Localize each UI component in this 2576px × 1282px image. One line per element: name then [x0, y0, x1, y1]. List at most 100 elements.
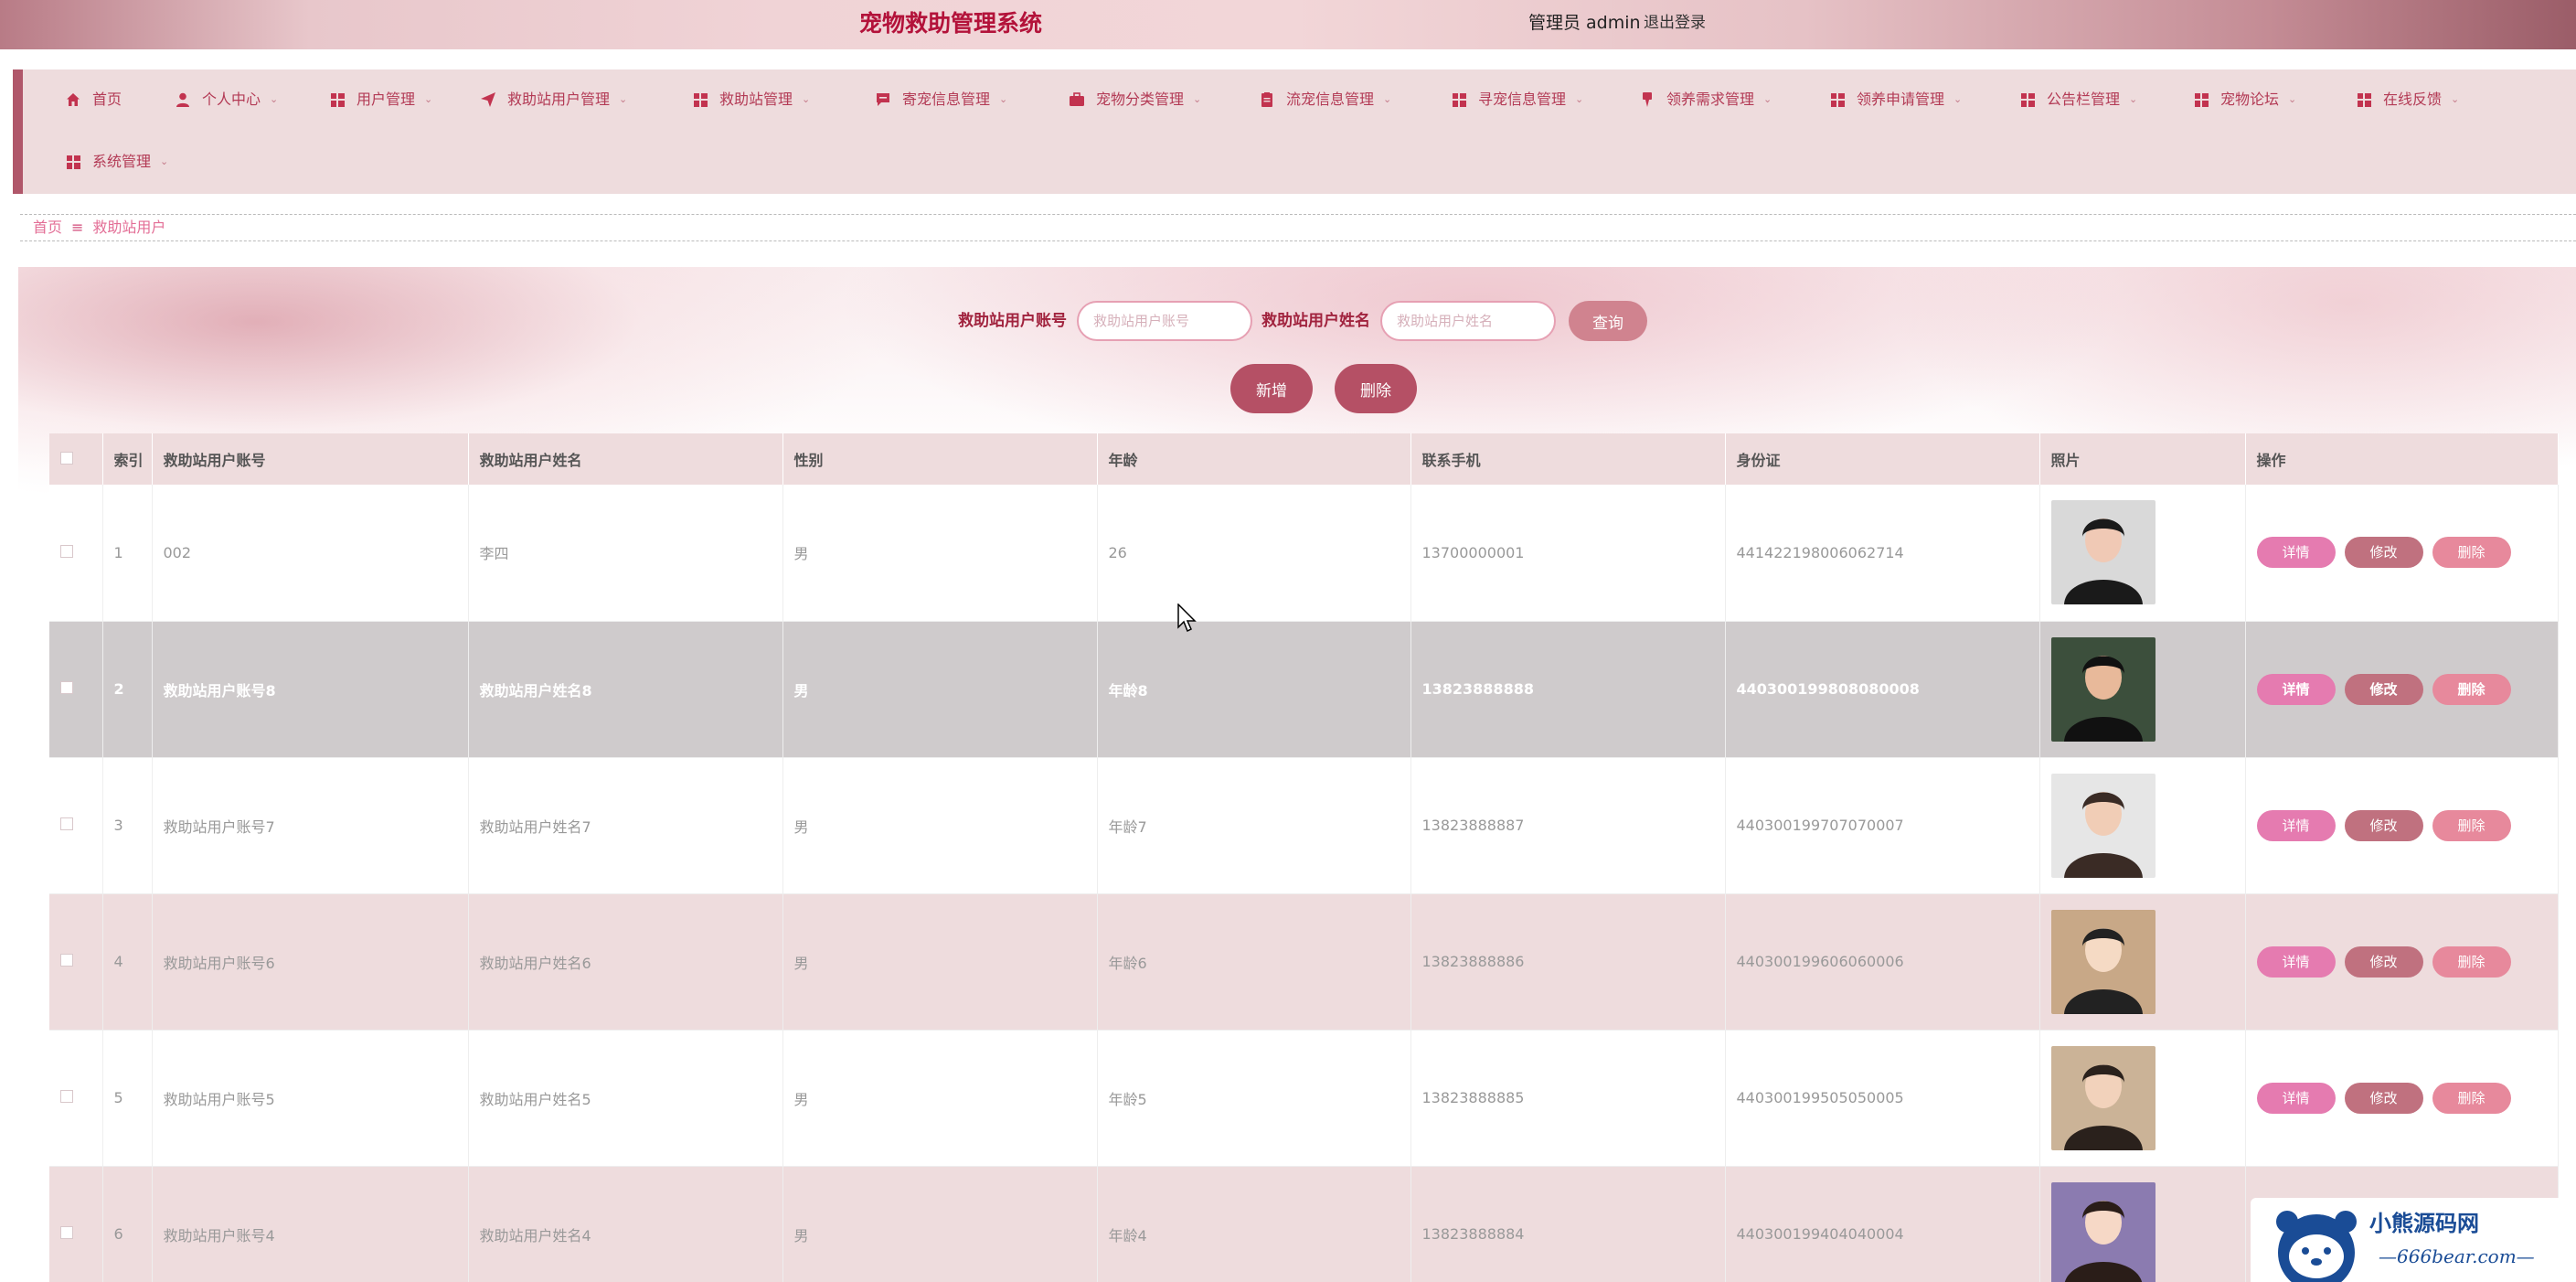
- col-photo: 照片: [2039, 433, 2246, 485]
- delete-button[interactable]: 删除: [2432, 1082, 2511, 1114]
- table-row[interactable]: 6 救助站用户账号4 救助站用户姓名4 男年龄4 13823888884 44030019…: [49, 1166, 2559, 1282]
- user-photo[interactable]: [2050, 1181, 2156, 1282]
- breadcrumb-home[interactable]: 首页: [33, 219, 62, 236]
- delete-button[interactable]: 删除: [2432, 809, 2511, 841]
- row-checkbox[interactable]: [60, 817, 73, 830]
- cell-actions: 详情修改删除: [2245, 485, 2559, 622]
- nav-item-0[interactable]: 首页: [65, 82, 122, 117]
- chevron-down-icon: ⌄: [1763, 93, 1772, 105]
- batch-delete-button[interactable]: 删除: [1335, 364, 1417, 413]
- account-input[interactable]: [1077, 301, 1252, 341]
- cell-photo: [2039, 1030, 2246, 1167]
- grid-icon: [1829, 91, 1846, 108]
- row-select-cell[interactable]: [49, 485, 103, 622]
- detail-button[interactable]: 详情: [2256, 537, 2336, 569]
- row-checkbox[interactable]: [60, 544, 73, 558]
- cell-account: 救助站用户账号5: [152, 1030, 469, 1167]
- nav-item-6[interactable]: 宠物分类管理 ⌄: [1069, 82, 1201, 117]
- row-checkbox[interactable]: [60, 1090, 73, 1103]
- nav-item-7[interactable]: 流宠信息管理 ⌄: [1259, 82, 1391, 117]
- table-row[interactable]: 2 救助站用户账号8 救助站用户姓名8 男年龄8 13823888888 44030019…: [49, 621, 2559, 758]
- nav-item-4[interactable]: 救助站管理 ⌄: [692, 82, 810, 117]
- nav-item-14[interactable]: 系统管理 ⌄: [65, 144, 168, 179]
- cell-age: 26: [1097, 485, 1411, 622]
- cell-index: 1: [102, 485, 153, 622]
- row-select-cell[interactable]: [49, 893, 103, 1031]
- detail-button[interactable]: 详情: [2256, 673, 2336, 705]
- grid-icon: [2193, 91, 2209, 108]
- row-checkbox[interactable]: [60, 954, 73, 967]
- edit-button[interactable]: 修改: [2344, 673, 2423, 705]
- nav-item-12[interactable]: 宠物论坛 ⌄: [2193, 82, 2296, 117]
- cell-idcard: 440300199808080008: [1725, 621, 2040, 758]
- edit-button[interactable]: 修改: [2344, 809, 2423, 841]
- nav-item-label: 用户管理: [357, 91, 416, 108]
- cell-phone: 13823888887: [1410, 757, 1726, 894]
- cell-idcard: 441422198006062714: [1725, 485, 2040, 622]
- user-photo[interactable]: [2050, 1045, 2156, 1150]
- table-row[interactable]: 1 002 李四男 26 13700000001 441422198006062714 详情…: [49, 485, 2559, 622]
- edit-button[interactable]: 修改: [2344, 945, 2423, 978]
- nav-item-label: 宠物分类管理: [1096, 91, 1185, 108]
- nav-item-9[interactable]: 领养需求管理 ⌄: [1639, 82, 1772, 117]
- name-input[interactable]: [1380, 301, 1556, 341]
- detail-button[interactable]: 详情: [2256, 809, 2336, 841]
- cell-account: 救助站用户账号8: [152, 621, 469, 758]
- detail-button[interactable]: 详情: [2256, 1082, 2336, 1114]
- edit-button[interactable]: 修改: [2344, 1082, 2423, 1114]
- cell-gender: 男: [782, 757, 1098, 894]
- cell-index: 4: [102, 893, 153, 1031]
- cell-age: 年龄5: [1097, 1030, 1411, 1167]
- table-row[interactable]: 4 救助站用户账号6 救助站用户姓名6 男年龄6 13823888886 44030019…: [49, 893, 2559, 1031]
- table-row[interactable]: 3 救助站用户账号7 救助站用户姓名7 男年龄7 13823888887 44030019…: [49, 757, 2559, 894]
- row-select-cell[interactable]: [49, 757, 103, 894]
- watermark: 小熊源码网 —666bear.com—: [2251, 1198, 2576, 1282]
- cell-idcard: 440300199505050005: [1725, 1030, 2040, 1167]
- select-all-header[interactable]: [49, 433, 103, 485]
- query-button[interactable]: 查询: [1569, 301, 1647, 341]
- select-all-checkbox[interactable]: [60, 451, 73, 465]
- edit-button[interactable]: 修改: [2344, 537, 2423, 569]
- chevron-down-icon: ⌄: [160, 155, 169, 167]
- add-button[interactable]: 新增: [1230, 364, 1313, 413]
- cell-name: 救助站用户姓名8: [468, 621, 783, 758]
- nav-item-2[interactable]: 用户管理 ⌄: [329, 82, 432, 117]
- nav-item-label: 寻宠信息管理: [1478, 91, 1567, 108]
- cell-idcard: 440300199404040004: [1725, 1166, 2040, 1282]
- detail-button[interactable]: 详情: [2256, 945, 2336, 978]
- user-photo[interactable]: [2050, 636, 2156, 742]
- cell-phone: 13823888888: [1410, 621, 1726, 758]
- row-select-cell[interactable]: [49, 621, 103, 758]
- user-photo[interactable]: [2050, 500, 2156, 605]
- chevron-down-icon: ⌄: [1575, 93, 1584, 105]
- table-row[interactable]: 5 救助站用户账号5 救助站用户姓名5 男年龄5 13823888885 44030019…: [49, 1030, 2559, 1167]
- delete-button[interactable]: 删除: [2432, 673, 2511, 705]
- logout-link[interactable]: 退出登录: [1644, 9, 1706, 37]
- row-select-cell[interactable]: [49, 1030, 103, 1167]
- clipboard-icon: [1259, 91, 1275, 108]
- nav-item-13[interactable]: 在线反馈 ⌄: [2356, 82, 2459, 117]
- nav-item-10[interactable]: 领养申请管理 ⌄: [1829, 82, 1962, 117]
- cell-photo: [2039, 1166, 2246, 1282]
- row-checkbox[interactable]: [60, 1226, 73, 1239]
- col-gender: 性别: [782, 433, 1098, 485]
- message-icon: [875, 91, 891, 108]
- delete-button[interactable]: 删除: [2432, 537, 2511, 569]
- nav-item-8[interactable]: 寻宠信息管理 ⌄: [1451, 82, 1583, 117]
- delete-button[interactable]: 删除: [2432, 945, 2511, 978]
- nav-item-label: 寄宠信息管理: [902, 91, 991, 108]
- home-icon: [65, 91, 81, 108]
- row-select-cell[interactable]: [49, 1166, 103, 1282]
- briefcase-icon: [1069, 91, 1085, 108]
- user-photo[interactable]: [2050, 909, 2156, 1014]
- nav-item-1[interactable]: 个人中心 ⌄: [175, 82, 278, 117]
- cell-name: 救助站用户姓名5: [468, 1030, 783, 1167]
- user-photo[interactable]: [2050, 773, 2156, 878]
- nav-item-11[interactable]: 公告栏管理 ⌄: [2019, 82, 2137, 117]
- chevron-down-icon: ⌄: [619, 93, 628, 105]
- nav-item-5[interactable]: 寄宠信息管理 ⌄: [875, 82, 1007, 117]
- cell-name: 救助站用户姓名4: [468, 1166, 783, 1282]
- nav-item-3[interactable]: 救助站用户管理 ⌄: [480, 82, 627, 117]
- pin-icon: [1639, 91, 1655, 108]
- row-checkbox[interactable]: [60, 681, 73, 694]
